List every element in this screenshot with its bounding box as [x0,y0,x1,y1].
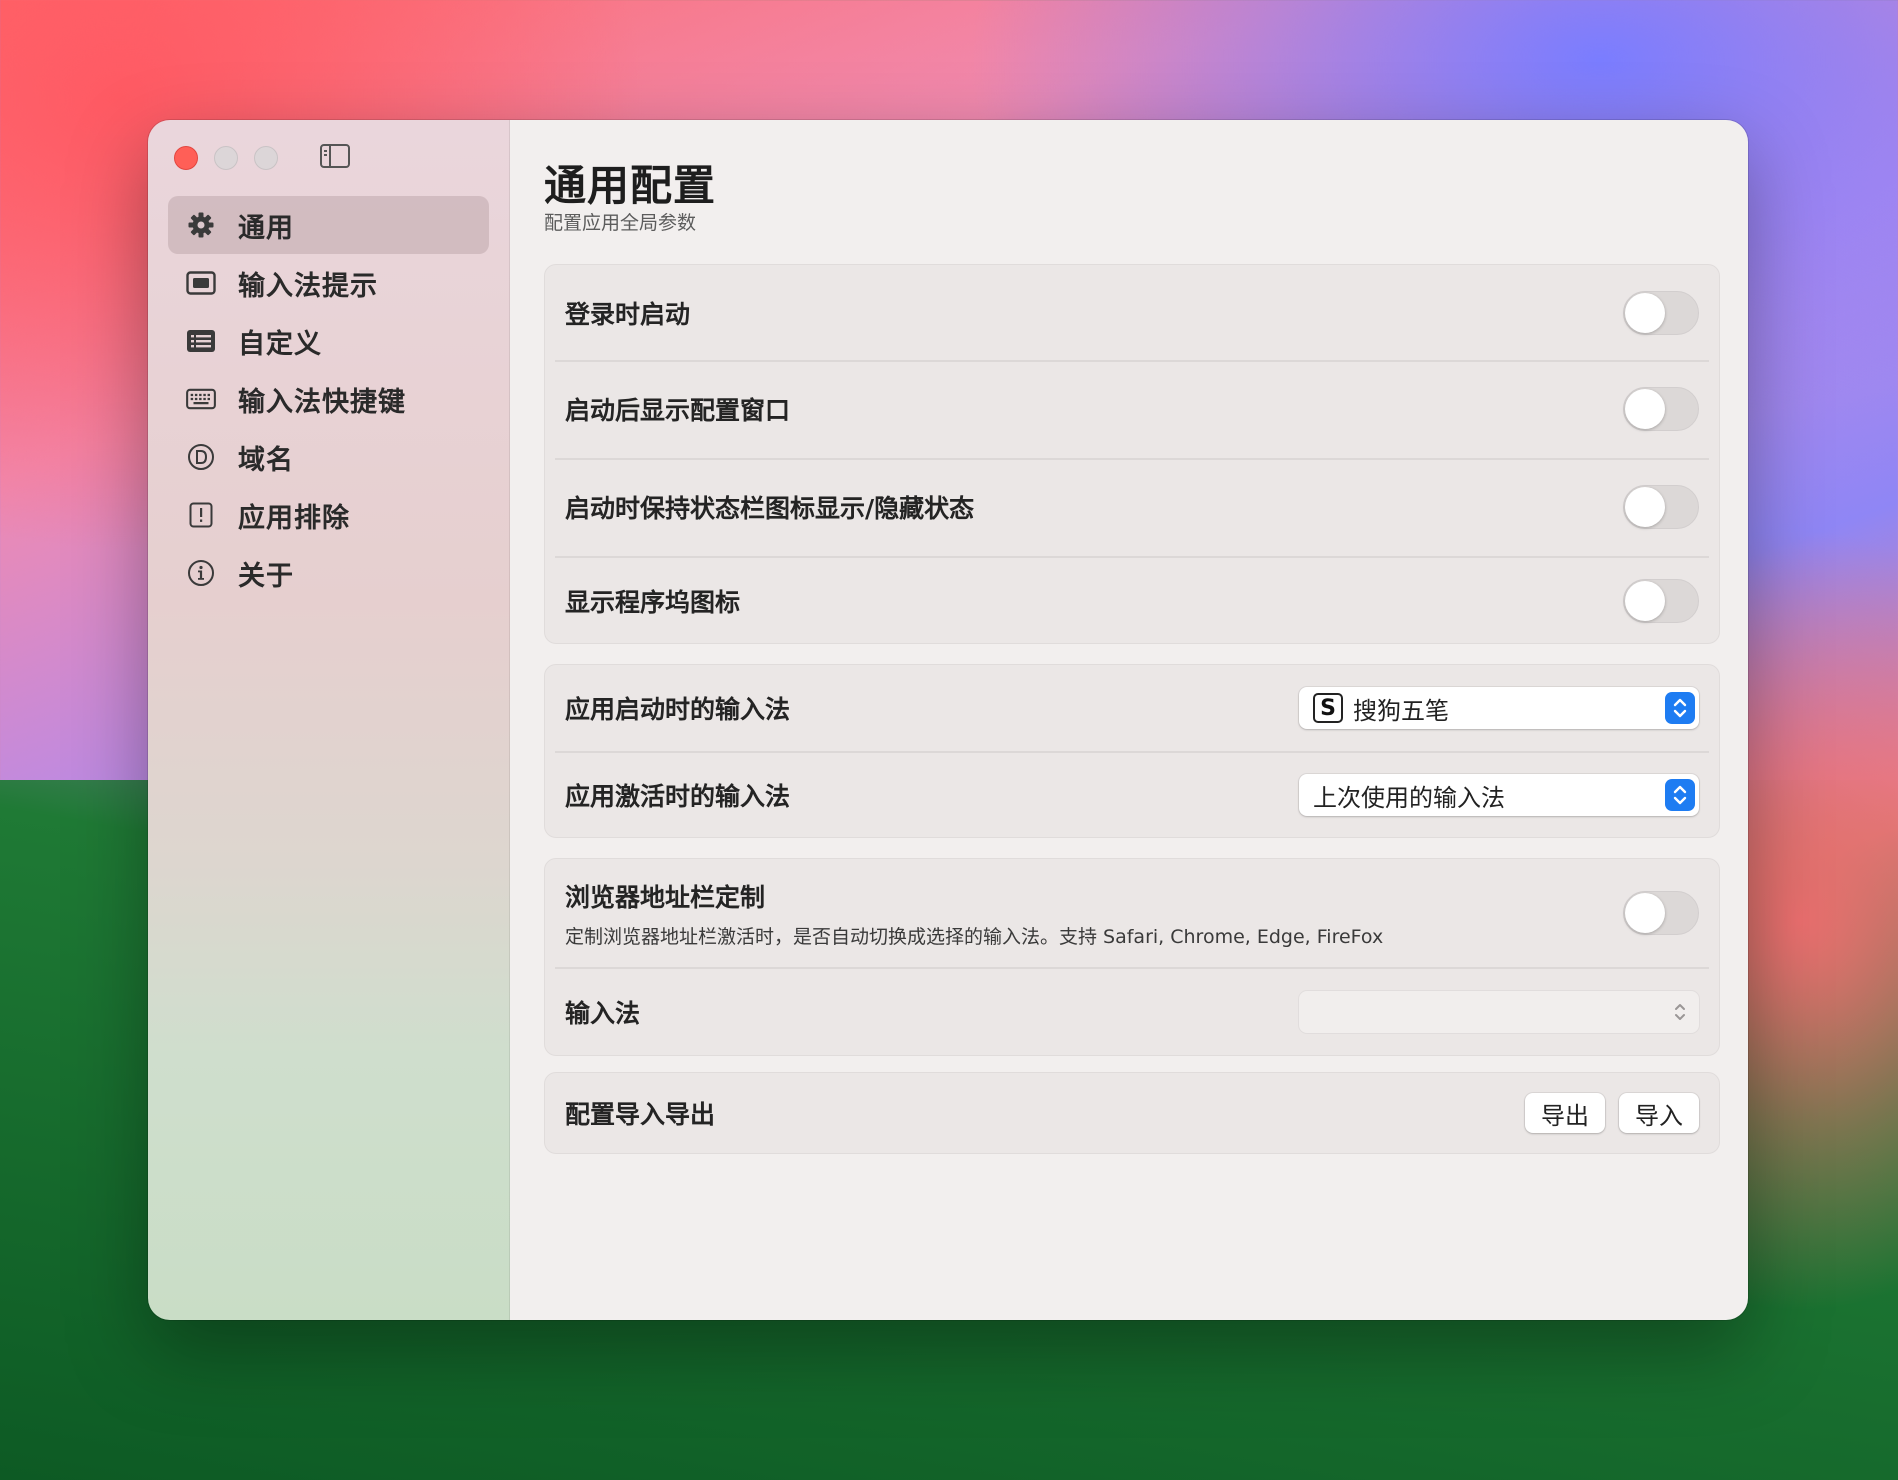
setting-row-import-export: 配置导入导出 导出 导入 [545,1073,1719,1153]
chevron-updown-icon [1665,779,1695,811]
setting-row-browser-addressbar: 浏览器地址栏定制 定制浏览器地址栏激活时，是否自动切换成选择的输入法。支持 Sa… [545,859,1719,967]
sidebar-item-label: 关于 [238,560,294,592]
setting-row-keep-statusbar-icon: 启动时保持状态栏图标显示/隐藏状态 [545,458,1719,556]
startup-settings-group: 登录时启动 启动后显示配置窗口 启动时保持状态栏图标显示/隐藏状态 显示程序坞图… [544,264,1720,644]
browser-ime-select[interactable] [1299,991,1699,1033]
sidebar-item-label: 输入法提示 [238,270,378,302]
chevron-updown-icon [1665,692,1695,724]
browser-addressbar-toggle[interactable] [1623,891,1699,935]
gear-icon [186,210,216,240]
setting-label: 启动后显示配置窗口 [565,396,791,425]
toggle-knob [1625,389,1665,429]
display-icon [186,268,216,298]
zoom-window-button[interactable] [254,146,278,170]
sidebar-item-domain[interactable]: 域名 [168,428,489,486]
setting-label: 启动时保持状态栏图标显示/隐藏状态 [565,494,975,523]
list-icon [186,326,216,356]
toggle-knob [1625,292,1665,333]
sidebar-item-custom[interactable]: 自定义 [168,312,489,370]
show-dock-icon-toggle[interactable] [1623,578,1699,623]
keep-statusbar-icon-toggle[interactable] [1623,485,1699,529]
setting-row-browser-ime: 输入法 [545,967,1719,1057]
ime-on-activate-select[interactable]: 上次使用的输入法 [1299,774,1699,816]
sidebar-item-label: 自定义 [238,328,322,360]
setting-description: 定制浏览器地址栏激活时，是否自动切换成选择的输入法。支持 Safari, Chr… [565,925,1384,948]
sidebar-item-label: 应用排除 [238,502,350,534]
import-button[interactable]: 导入 [1619,1093,1699,1133]
setting-row-ime-on-activate: 应用激活时的输入法 上次使用的输入法 [545,751,1719,839]
config-import-export-group: 配置导入导出 导出 导入 [544,1072,1720,1154]
select-value: 搜狗五笔 [1353,696,1449,725]
setting-label: 配置导入导出 [565,1100,716,1129]
setting-row-show-window-after-launch: 启动后显示配置窗口 [545,360,1719,458]
sidebar-item-ime-shortcuts[interactable]: 输入法快捷键 [168,370,489,428]
setting-label: 浏览器地址栏定制 [565,882,766,912]
page-subtitle: 配置应用全局参数 [544,212,697,234]
sidebar-toggle-icon[interactable] [320,144,350,168]
sogou-icon: S [1313,693,1343,723]
ime-on-launch-select[interactable]: S 搜狗五笔 [1299,687,1699,729]
setting-label: 应用启动时的输入法 [565,695,791,724]
page-title: 通用配置 [544,161,717,210]
export-button[interactable]: 导出 [1525,1093,1605,1133]
sidebar-nav: 通用 输入法提示 自定义 输入法快捷键 域名 应用排除 关于 [168,196,489,602]
select-value: 上次使用的输入法 [1313,783,1505,812]
setting-text: 浏览器地址栏定制 定制浏览器地址栏激活时，是否自动切换成选择的输入法。支持 Sa… [565,878,1383,949]
sidebar-item-label: 输入法快捷键 [238,386,406,418]
chevron-updown-icon [1665,996,1695,1028]
setting-row-launch-at-login: 登录时启动 [545,265,1719,360]
traffic-lights [174,146,278,170]
sidebar-item-app-exclusion[interactable]: 应用排除 [168,486,489,544]
toggle-knob [1625,487,1665,527]
exclamation-icon [186,500,216,530]
setting-row-ime-on-launch: 应用启动时的输入法 S 搜狗五笔 [545,665,1719,751]
setting-label: 输入法 [565,999,641,1028]
launch-at-login-toggle[interactable] [1623,290,1699,335]
sidebar-item-about[interactable]: 关于 [168,544,489,602]
minimize-window-button[interactable] [214,146,238,170]
sidebar-item-label: 通用 [238,212,294,244]
browser-addressbar-group: 浏览器地址栏定制 定制浏览器地址栏激活时，是否自动切换成选择的输入法。支持 Sa… [544,858,1720,1056]
input-method-group: 应用启动时的输入法 S 搜狗五笔 应用激活时的输入法 上次使用的输入法 [544,664,1720,838]
setting-label: 应用激活时的输入法 [565,782,791,811]
show-config-window-toggle[interactable] [1623,387,1699,431]
setting-label: 显示程序坞图标 [565,587,741,617]
close-window-button[interactable] [174,146,198,170]
info-icon [186,558,216,588]
setting-row-show-dock-icon: 显示程序坞图标 [545,556,1719,645]
setting-label: 登录时启动 [565,299,691,329]
main-content: 通用配置 配置应用全局参数 登录时启动 启动后显示配置窗口 启动时保持状态栏图标… [510,120,1748,1320]
app-window: 通用 输入法提示 自定义 输入法快捷键 域名 应用排除 关于 通用配置 配置应用… [148,120,1748,1320]
sidebar-item-label: 域名 [238,444,294,476]
toggle-knob [1625,893,1665,933]
sidebar-item-general[interactable]: 通用 [168,196,489,254]
keyboard-icon [186,384,216,414]
toggle-knob [1625,580,1665,621]
sidebar: 通用 输入法提示 自定义 输入法快捷键 域名 应用排除 关于 [148,120,510,1320]
sidebar-item-ime-hint[interactable]: 输入法提示 [168,254,489,312]
domain-icon [186,442,216,472]
